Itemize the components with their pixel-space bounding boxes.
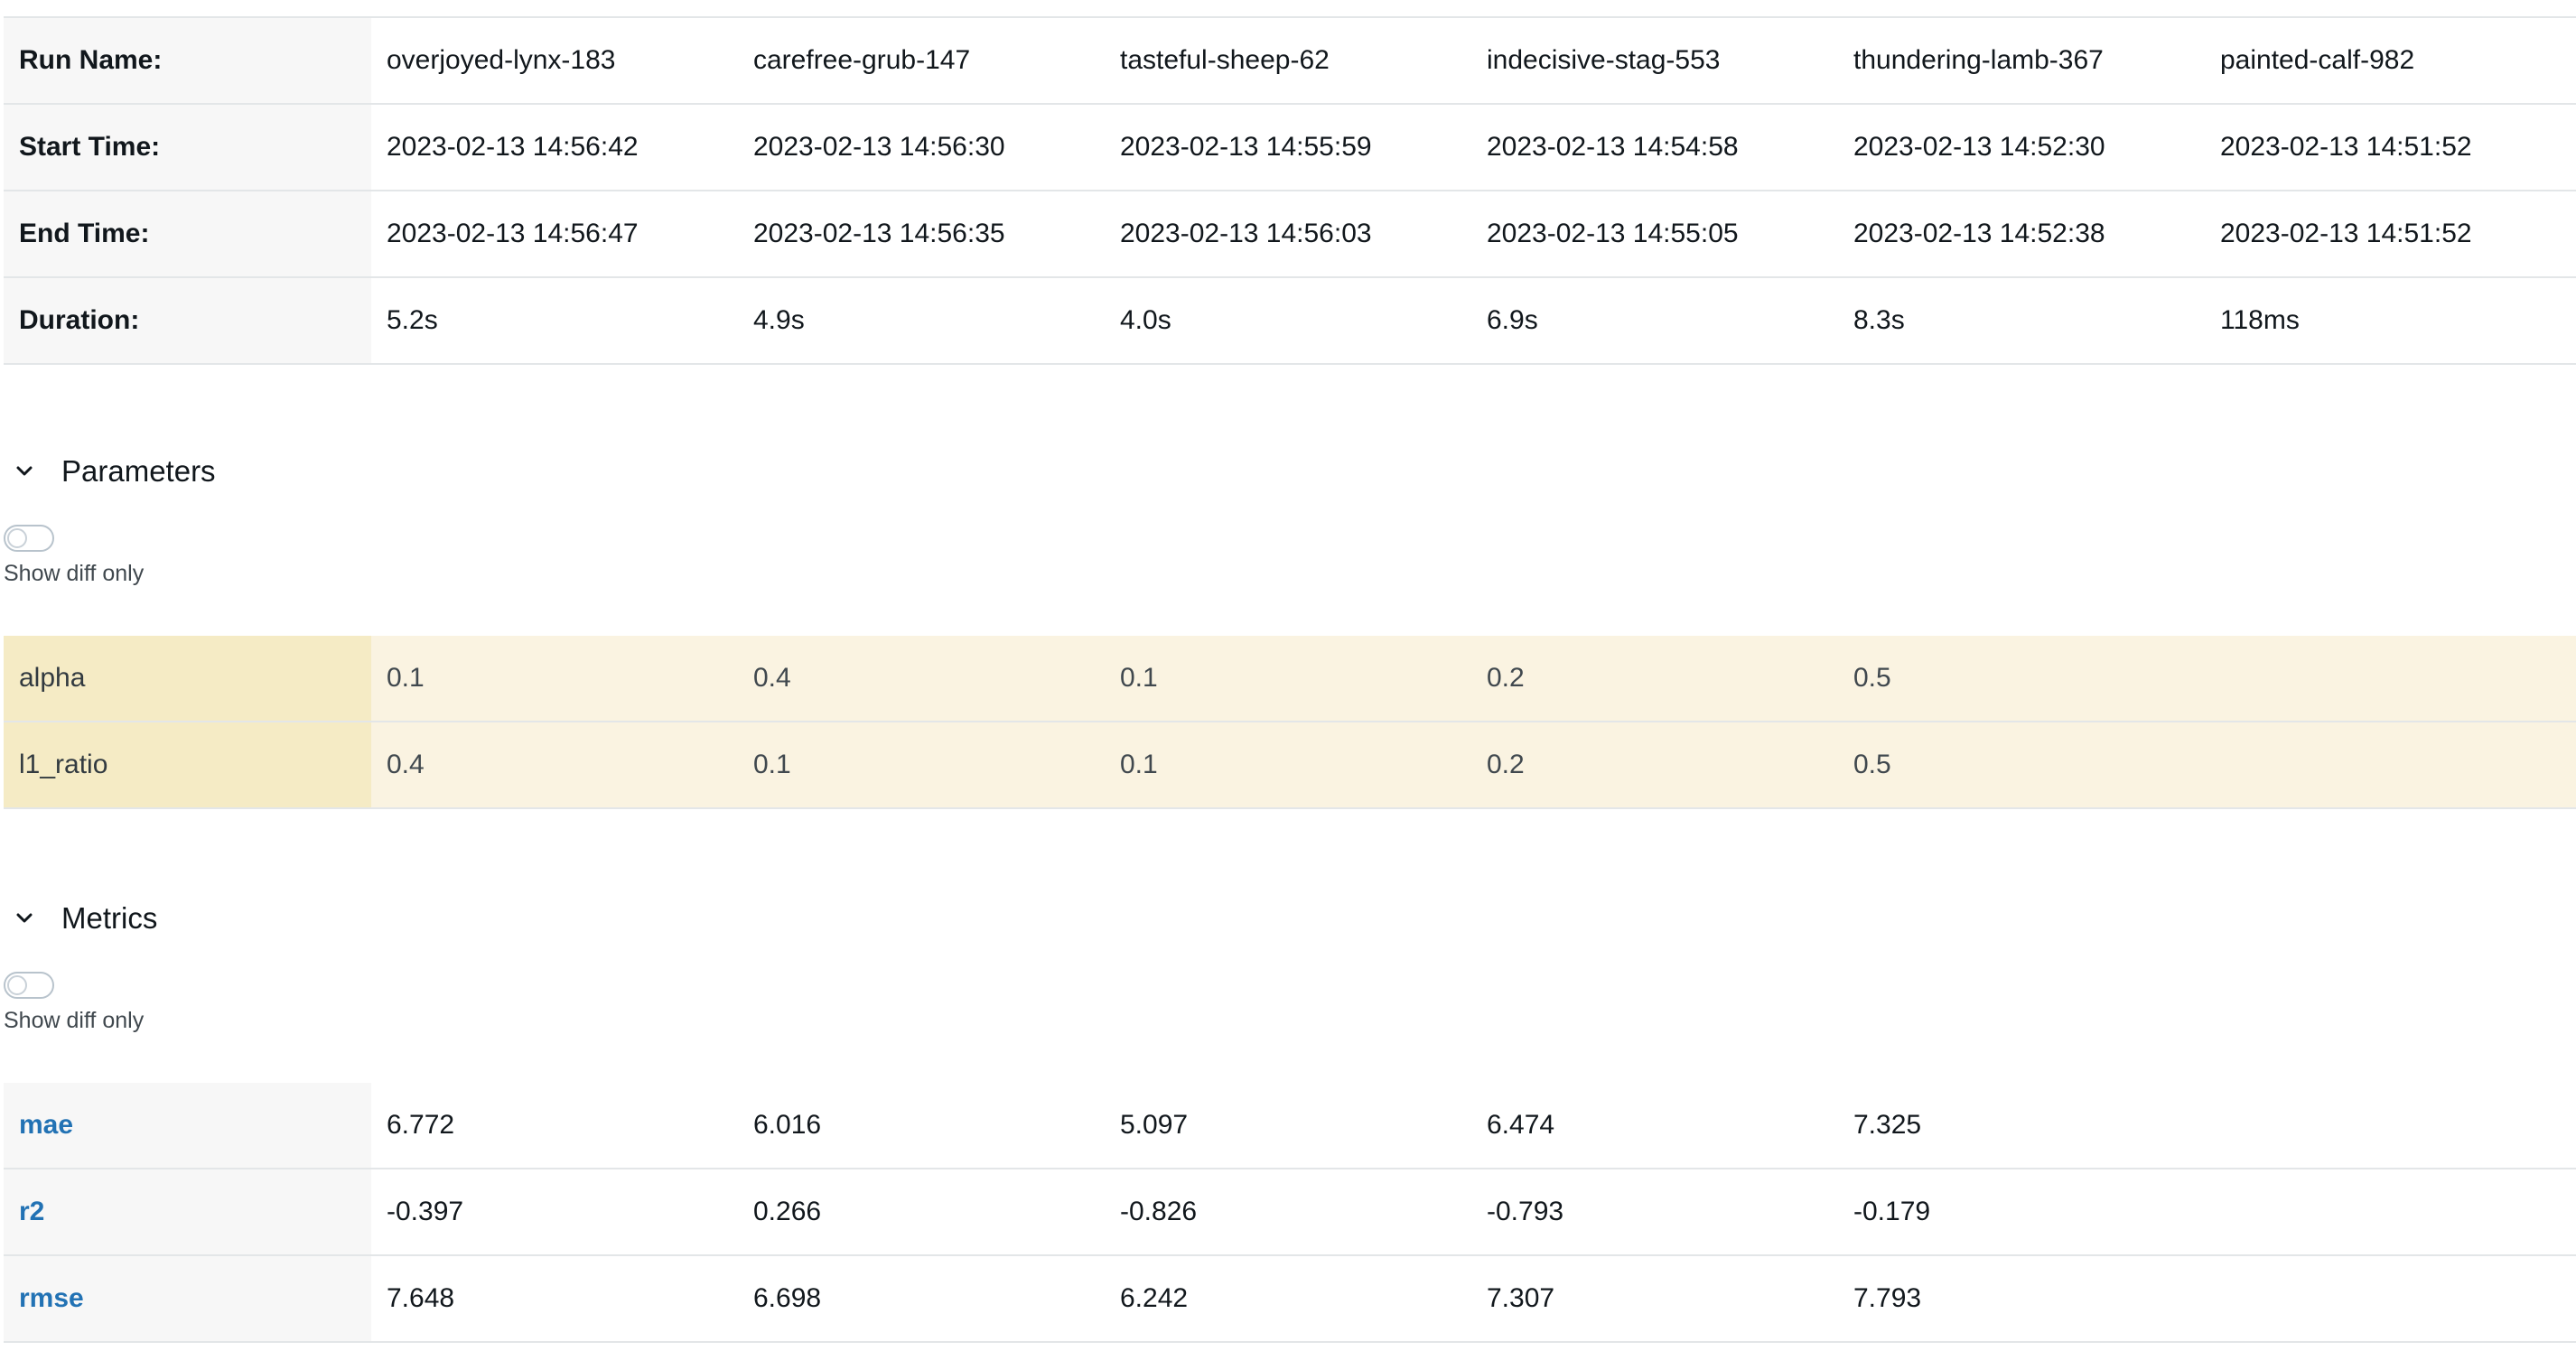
param-value: 0.5 (1838, 636, 2205, 722)
metrics-diff-toggle-group: Show diff only (4, 972, 144, 1034)
duration-cell: 4.0s (1105, 277, 1471, 365)
duration-cell: 8.3s (1838, 277, 2205, 365)
metric-row-rmse: rmse 7.648 6.698 6.242 7.307 7.793 (4, 1255, 2576, 1343)
toggle-knob (7, 528, 27, 548)
chevron-down-icon (11, 458, 38, 485)
param-value: 0.2 (1471, 636, 1838, 722)
run-name-cell: painted-calf-982 (2205, 17, 2576, 105)
start-time-cell: 2023-02-13 14:55:59 (1105, 104, 1471, 191)
metric-value: -0.179 (1838, 1169, 2205, 1256)
metric-link-rmse[interactable]: rmse (19, 1283, 84, 1313)
param-value: 0.5 (1838, 722, 2205, 809)
metrics-show-diff-label: Show diff only (4, 1008, 145, 1033)
row-header: Start Time: (4, 104, 371, 191)
param-name: l1_ratio (4, 722, 371, 809)
metric-value: 7.648 (371, 1255, 738, 1343)
metrics-title: Metrics (61, 901, 158, 935)
param-row-l1-ratio: l1_ratio 0.4 0.1 0.1 0.2 0.5 (4, 722, 2576, 809)
parameters-title: Parameters (61, 454, 216, 488)
duration-row: Duration: 5.2s 4.9s 4.0s 6.9s 8.3s 118ms (4, 277, 2576, 365)
duration-cell: 5.2s (371, 277, 738, 365)
metric-value: 0.266 (738, 1169, 1105, 1256)
metric-value: 6.698 (738, 1255, 1105, 1343)
start-time-cell: 2023-02-13 14:51:52 (2205, 104, 2576, 191)
run-name-cell: overjoyed-lynx-183 (371, 17, 738, 105)
param-value: 0.1 (1105, 636, 1471, 722)
param-name: alpha (4, 636, 371, 722)
row-header: Duration: (4, 277, 371, 365)
row-header: End Time: (4, 191, 371, 278)
start-time-cell: 2023-02-13 14:52:30 (1838, 104, 2205, 191)
metric-name-cell: mae (4, 1083, 371, 1169)
run-name-cell: thundering-lamb-367 (1838, 17, 2205, 105)
metric-value (2205, 1169, 2576, 1256)
duration-cell: 4.9s (738, 277, 1105, 365)
metric-value: 7.307 (1471, 1255, 1838, 1343)
param-row-alpha: alpha 0.1 0.4 0.1 0.2 0.5 (4, 636, 2576, 722)
metrics-show-diff-toggle[interactable] (4, 972, 54, 999)
end-time-cell: 2023-02-13 14:55:05 (1471, 191, 1838, 278)
param-value: 0.4 (738, 636, 1105, 722)
metric-value (2205, 1083, 2576, 1169)
start-time-cell: 2023-02-13 14:56:30 (738, 104, 1105, 191)
metric-link-r2[interactable]: r2 (19, 1197, 44, 1226)
parameters-section-header[interactable]: Parameters (11, 449, 216, 494)
param-value: 0.1 (1105, 722, 1471, 809)
metric-value (2205, 1255, 2576, 1343)
run-name-cell: tasteful-sheep-62 (1105, 17, 1471, 105)
start-time-cell: 2023-02-13 14:54:58 (1471, 104, 1838, 191)
end-time-row: End Time: 2023-02-13 14:56:47 2023-02-13… (4, 191, 2576, 278)
metric-link-mae[interactable]: mae (19, 1110, 73, 1140)
metric-value: 5.097 (1105, 1083, 1471, 1169)
metric-value: 6.016 (738, 1083, 1105, 1169)
param-value: 0.1 (738, 722, 1105, 809)
end-time-cell: 2023-02-13 14:52:38 (1838, 191, 2205, 278)
end-time-cell: 2023-02-13 14:56:47 (371, 191, 738, 278)
metric-value: 7.793 (1838, 1255, 2205, 1343)
row-header: Run Name: (4, 17, 371, 105)
chevron-down-icon (11, 905, 38, 932)
run-comparison-page: Run Name: overjoyed-lynx-183 carefree-gr… (0, 0, 2576, 1351)
duration-cell: 6.9s (1471, 277, 1838, 365)
metric-value: -0.397 (371, 1169, 738, 1256)
metric-value: -0.826 (1105, 1169, 1471, 1256)
run-name-cell: carefree-grub-147 (738, 17, 1105, 105)
param-value: 0.2 (1471, 722, 1838, 809)
parameters-show-diff-toggle[interactable] (4, 525, 54, 552)
param-value (2205, 636, 2576, 722)
metric-name-cell: rmse (4, 1255, 371, 1343)
metrics-table: mae 6.772 6.016 5.097 6.474 7.325 r2 -0.… (4, 1083, 2576, 1343)
toggle-knob (7, 975, 27, 995)
run-name-cell: indecisive-stag-553 (1471, 17, 1838, 105)
run-info-table: Run Name: overjoyed-lynx-183 carefree-gr… (4, 16, 2576, 365)
metric-name-cell: r2 (4, 1169, 371, 1256)
end-time-cell: 2023-02-13 14:56:35 (738, 191, 1105, 278)
metric-value: 6.474 (1471, 1083, 1838, 1169)
metric-value: 7.325 (1838, 1083, 2205, 1169)
run-name-row: Run Name: overjoyed-lynx-183 carefree-gr… (4, 17, 2576, 105)
metric-value: 6.242 (1105, 1255, 1471, 1343)
end-time-cell: 2023-02-13 14:56:03 (1105, 191, 1471, 278)
parameters-diff-toggle-group: Show diff only (4, 525, 144, 587)
metric-row-r2: r2 -0.397 0.266 -0.826 -0.793 -0.179 (4, 1169, 2576, 1256)
parameters-table: alpha 0.1 0.4 0.1 0.2 0.5 l1_ratio 0.4 0… (4, 636, 2576, 809)
start-time-cell: 2023-02-13 14:56:42 (371, 104, 738, 191)
param-value: 0.1 (371, 636, 738, 722)
param-value: 0.4 (371, 722, 738, 809)
metric-row-mae: mae 6.772 6.016 5.097 6.474 7.325 (4, 1083, 2576, 1169)
start-time-row: Start Time: 2023-02-13 14:56:42 2023-02-… (4, 104, 2576, 191)
param-value (2205, 722, 2576, 809)
duration-cell: 118ms (2205, 277, 2576, 365)
metrics-section-header[interactable]: Metrics (11, 896, 157, 941)
metric-value: 6.772 (371, 1083, 738, 1169)
metric-value: -0.793 (1471, 1169, 1838, 1256)
end-time-cell: 2023-02-13 14:51:52 (2205, 191, 2576, 278)
parameters-show-diff-label: Show diff only (4, 561, 145, 586)
